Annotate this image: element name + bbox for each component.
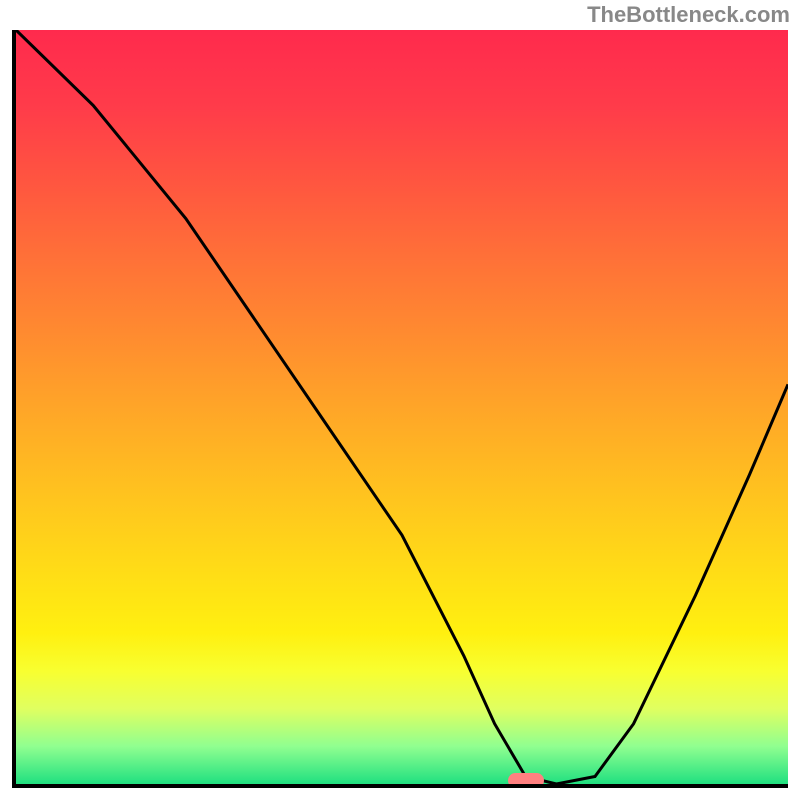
bottleneck-curve-path	[16, 30, 788, 784]
chart-curve-svg	[16, 30, 788, 784]
optimal-marker	[508, 773, 544, 788]
chart-area	[12, 30, 788, 788]
watermark-text: TheBottleneck.com	[587, 2, 790, 28]
